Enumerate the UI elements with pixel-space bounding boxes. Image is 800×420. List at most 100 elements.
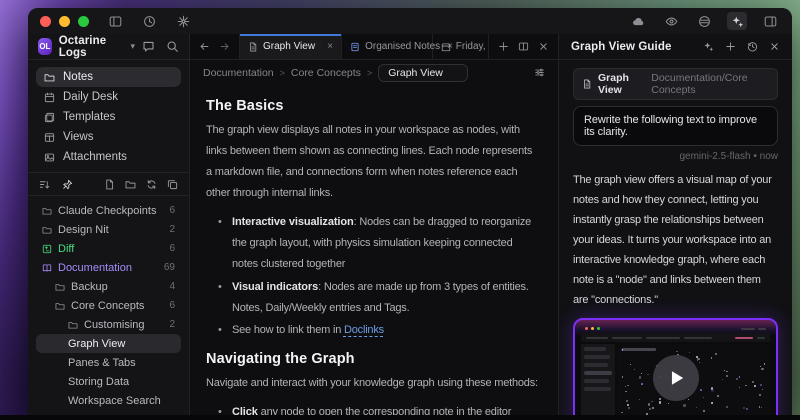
sidebar: OL Octarine Logs ▾ — [28, 34, 190, 420]
section-heading: The Basics — [206, 98, 540, 114]
close-panel-icon[interactable] — [769, 41, 780, 52]
sort-icon[interactable] — [39, 179, 50, 190]
close-window-button[interactable] — [40, 16, 51, 27]
tree-item-icon — [42, 415, 52, 420]
sidebar-nav-item[interactable]: Attachments — [36, 147, 181, 167]
tree-row[interactable]: Graph View — [36, 334, 181, 353]
chevron-down-icon: ▾ — [130, 41, 135, 52]
tree-row[interactable]: Storing Data — [36, 372, 181, 391]
split-pane-icon[interactable] — [518, 41, 529, 52]
video-preview[interactable] — [573, 318, 778, 420]
sidebar-nav-item[interactable]: Templates — [36, 107, 181, 127]
tree-row[interactable]: Backup 4 — [36, 277, 181, 296]
nav-item-icon — [44, 152, 55, 163]
snowflake-icon[interactable] — [173, 12, 193, 30]
tree-item-icon — [42, 206, 52, 216]
duplicate-icon[interactable] — [167, 179, 178, 190]
new-tab-icon[interactable] — [498, 41, 509, 52]
sync-icon[interactable] — [146, 179, 157, 190]
sidebar-toolbar — [28, 172, 189, 196]
traffic-lights — [40, 16, 89, 27]
back-button[interactable] — [199, 41, 210, 52]
chat-icon[interactable] — [142, 40, 155, 53]
note-title-field[interactable]: Graph View — [378, 64, 468, 82]
tree-item-label: Backup — [71, 281, 108, 293]
tree-row[interactable]: Panes & Tabs — [36, 353, 181, 372]
zoom-window-button[interactable] — [78, 16, 89, 27]
file-tree: Claude Checkpoints 6 Design Nit 2 — [28, 196, 189, 420]
breadcrumb-item[interactable]: Core Concepts — [291, 67, 361, 79]
play-button[interactable] — [653, 355, 699, 401]
breadcrumb-item[interactable]: Documentation — [203, 67, 274, 79]
eye-icon[interactable] — [661, 12, 681, 30]
tree-row[interactable]: Documentation 69 — [36, 258, 181, 277]
tree-row[interactable]: Claude Checkpoints 6 — [36, 201, 181, 220]
workspace-switcher[interactable]: OL Octarine Logs ▾ — [28, 34, 189, 60]
bullet-list: Click any node to open the corresponding… — [206, 402, 540, 420]
close-pane-icon[interactable] — [538, 41, 549, 52]
tree-item-icon — [68, 320, 78, 330]
tree-row[interactable]: Customising 2 — [36, 315, 181, 334]
breadcrumb: Documentation > Core Concepts > Graph Vi… — [190, 60, 558, 85]
close-tab-icon[interactable]: × — [327, 41, 333, 52]
sidebar-nav-item[interactable]: Daily Desk — [36, 87, 181, 107]
nav-item-label: Attachments — [63, 151, 127, 163]
sidebar-nav-item[interactable]: Notes — [36, 67, 181, 87]
sidebar-nav-item[interactable]: Views — [36, 127, 181, 147]
bullet-item: Click any node to open the corresponding… — [218, 402, 540, 420]
bullet-item: Visual indicators: Nodes are made up fro… — [218, 277, 540, 319]
tree-row[interactable]: Diff 6 — [36, 239, 181, 258]
tab-friday-daily[interactable]: Friday, D — [433, 34, 489, 59]
note-options-icon[interactable] — [534, 67, 545, 78]
nav-item-label: Views — [63, 131, 93, 143]
nav-item-icon — [44, 92, 55, 103]
nav-item-icon — [44, 112, 55, 123]
tree-item-count: 6 — [169, 243, 175, 254]
history-icon[interactable] — [747, 41, 758, 52]
tree-item-icon — [55, 301, 65, 311]
tree-item-count: 6 — [169, 205, 175, 216]
model-meta: gemini-2.5-flash • now — [573, 151, 778, 162]
tab-organised-notes[interactable]: Organised Notes × — [342, 34, 433, 59]
context-chip[interactable]: Graph View Documentation/Core Concepts — [573, 68, 778, 100]
new-folder-icon[interactable] — [125, 179, 136, 190]
tree-item-count: 69 — [164, 262, 175, 273]
tree-row[interactable]: Design Nit 2 — [36, 220, 181, 239]
tree-row[interactable]: Core Concepts 6 — [36, 296, 181, 315]
clock-icon[interactable] — [139, 12, 159, 30]
nav-item-label: Notes — [63, 71, 93, 83]
minimize-window-button[interactable] — [59, 16, 70, 27]
bullet-item-link: See how to link them in Doclinks — [218, 320, 540, 341]
tree-row[interactable]: Workspace Search — [36, 391, 181, 410]
new-file-icon[interactable] — [104, 179, 115, 190]
tree-item-label: Storing Data — [68, 376, 129, 388]
pin-icon[interactable] — [62, 179, 73, 190]
tree-item-label: Design Nit — [58, 224, 109, 236]
tree-item-label: Graph View — [68, 338, 125, 350]
tree-item-icon — [42, 244, 52, 254]
mini-sidebar — [581, 344, 615, 420]
forward-button[interactable] — [219, 41, 230, 52]
tree-item-icon — [42, 225, 52, 235]
note-content[interactable]: The Basics The graph view displays all n… — [190, 85, 558, 420]
doclinks-link[interactable]: Doclinks — [344, 324, 384, 336]
sparkles-icon[interactable] — [703, 41, 714, 52]
panel-right-icon[interactable] — [760, 12, 780, 30]
tree-row[interactable]: Daily Desk 3 — [36, 410, 181, 420]
context-chip-path: Documentation/Core Concepts — [651, 72, 769, 96]
calendar-icon — [441, 42, 451, 52]
new-chat-icon[interactable] — [725, 41, 736, 52]
focus-icon[interactable] — [694, 12, 714, 30]
note-icon — [350, 42, 360, 52]
sparkles-icon[interactable] — [727, 12, 747, 30]
search-icon[interactable] — [166, 40, 179, 53]
tab-graph-view[interactable]: Graph View Documentation × — [240, 34, 342, 59]
mini-canvas-caption — [622, 348, 656, 351]
cloud-icon[interactable] — [628, 12, 648, 30]
bullet-list: Interactive visualization: Nodes can be … — [206, 212, 540, 319]
mini-traffic-min — [591, 327, 594, 330]
tree-item-label: Workspace Search — [68, 395, 161, 407]
panel-left-icon[interactable] — [105, 12, 125, 30]
mini-tab-bar — [581, 333, 770, 342]
tree-item-label: Customising — [84, 319, 145, 331]
